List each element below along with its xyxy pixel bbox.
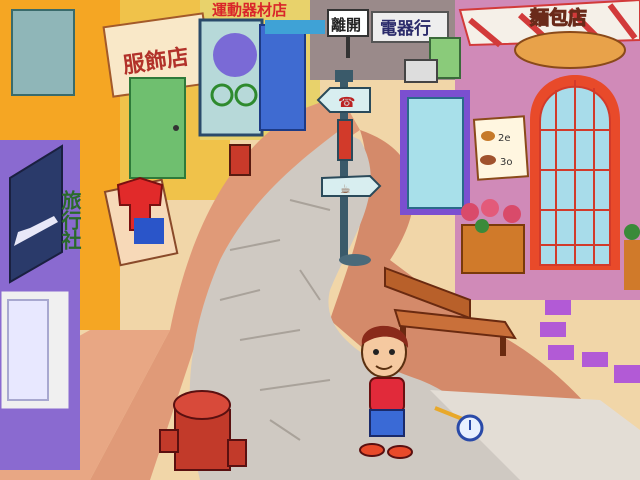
bread-icon [480, 155, 496, 165]
menu-price-1: 2e [498, 133, 511, 144]
exit-sign-post [346, 36, 350, 58]
electronics-store-door[interactable] [407, 97, 464, 209]
telephone-icon: ☎ [338, 95, 355, 111]
travel-agency-sign: 旅行社 [58, 189, 82, 251]
bakery-menu-board[interactable] [472, 115, 530, 181]
flower-icon [461, 203, 479, 221]
globe-icon [213, 33, 257, 77]
bakery-sign: 麵包店 [529, 6, 587, 29]
croissant-icon [481, 131, 495, 141]
coffee-cup-icon: ☕ [340, 182, 351, 196]
bread-loaf-icon [514, 31, 626, 69]
street-scene-canvas: 服飾店 運動器材店 離開 電器行 麵包店 2e 3o ☎ ☕ 旅行社 [0, 0, 640, 480]
character-shirt [369, 377, 405, 413]
character-shoe-left [359, 443, 385, 457]
sports-awning [265, 20, 325, 34]
character-shoe-right [387, 445, 413, 459]
sports-store-door[interactable] [259, 24, 306, 131]
menu-price-2: 3o [500, 157, 512, 168]
left-building-window [11, 9, 75, 96]
exit-label: 離開 [331, 16, 361, 34]
flower-box-left [461, 224, 525, 274]
small-hydrant-back[interactable] [229, 144, 251, 176]
sports-store-sign: 運動器材店 [212, 1, 287, 19]
computer-monitor-icon [404, 59, 438, 83]
cafe-direction-sign[interactable] [321, 174, 382, 197]
signpost-base [339, 254, 371, 266]
flower-box-right [624, 240, 640, 290]
door-knob [173, 125, 179, 131]
electronics-store-sign: 電器行 [380, 18, 431, 39]
purple-tile [545, 300, 571, 315]
character-shorts [369, 409, 405, 437]
game-scene: 服飾店 運動器材店 離開 電器行 麵包店 2e 3o ☎ ☕ 旅行社 [0, 0, 640, 480]
red-vertical-sign[interactable] [337, 119, 353, 161]
blue-pants-icon [134, 218, 164, 244]
